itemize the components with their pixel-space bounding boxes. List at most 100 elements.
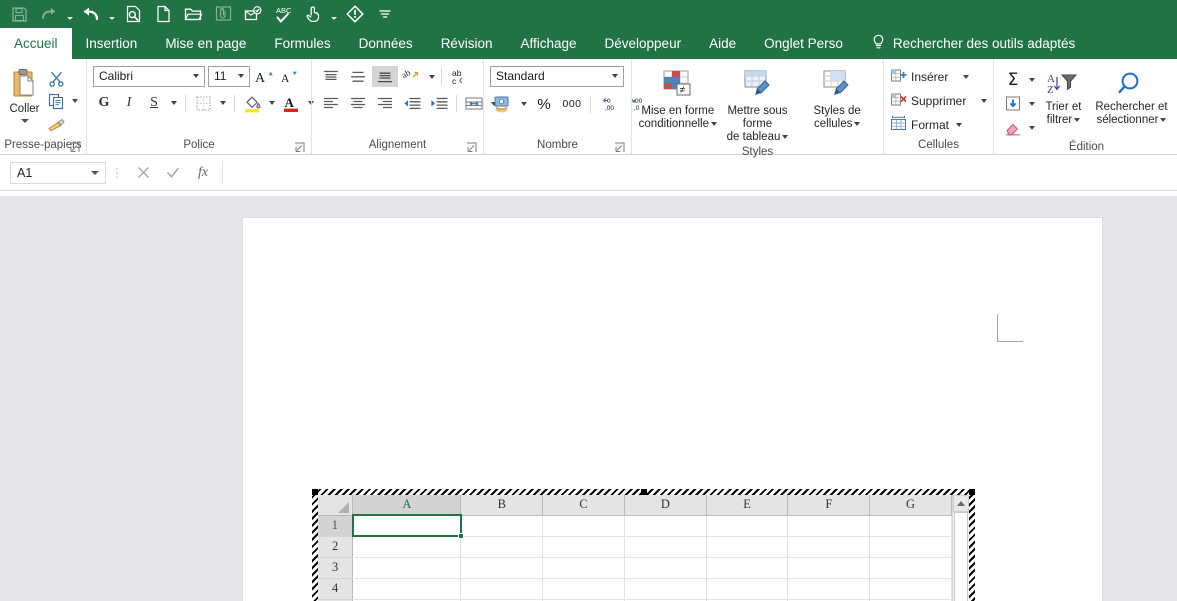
cell-B3[interactable]	[460, 557, 544, 579]
cell-G1[interactable]	[869, 515, 952, 537]
cell-F3[interactable]	[787, 557, 871, 579]
column-header-c[interactable]: C	[542, 495, 625, 516]
tab-accueil[interactable]: Accueil	[0, 28, 72, 59]
cell-A4[interactable]	[352, 578, 462, 600]
cell-D3[interactable]	[624, 557, 707, 579]
accounting-format-icon[interactable]	[490, 94, 516, 115]
underline-dropdown-icon[interactable]	[168, 93, 179, 114]
tab-revision[interactable]: Révision	[427, 28, 507, 59]
cut-button[interactable]	[45, 68, 80, 88]
cell-A1[interactable]	[351, 514, 464, 539]
print-preview-icon[interactable]	[118, 1, 148, 27]
format-as-table-button[interactable]: Mettre sous forme de tableau	[718, 67, 798, 144]
embedded-spreadsheet-object[interactable]: A B C D E F G 12345678910	[312, 489, 975, 601]
cell-C2[interactable]	[542, 536, 625, 558]
chevron-down-icon[interactable]	[711, 121, 717, 126]
column-header-f[interactable]: F	[787, 495, 871, 516]
warning-diamond-icon[interactable]	[340, 1, 370, 27]
row-header-1[interactable]: 1	[318, 515, 354, 537]
sort-filter-button[interactable]: A Z Trier et filtrer	[1037, 67, 1090, 127]
chevron-down-icon[interactable]	[193, 74, 199, 78]
insert-cells-button[interactable]: Insérer	[890, 66, 989, 88]
tab-developpeur[interactable]: Développeur	[591, 28, 696, 59]
font-dialog-launcher-icon[interactable]	[294, 142, 305, 153]
column-header-e[interactable]: E	[706, 495, 789, 516]
column-header-g[interactable]: G	[869, 495, 952, 516]
chevron-down-icon[interactable]	[238, 74, 244, 78]
bold-button[interactable]: G	[93, 93, 115, 114]
cell-E1[interactable]	[706, 515, 789, 537]
orientation-dropdown-icon[interactable]	[426, 66, 437, 87]
autosum-button[interactable]: Σ	[1000, 68, 1037, 91]
decrease-indent-icon[interactable]	[399, 93, 425, 114]
select-all-corner[interactable]	[318, 495, 354, 516]
chevron-down-icon[interactable]	[1160, 117, 1167, 122]
fill-dropdown-icon[interactable]	[1026, 93, 1037, 114]
conditional-formatting-button[interactable]: ≠ Mise en forme conditionnelle	[638, 67, 718, 131]
vertical-scrollbar[interactable]	[952, 495, 969, 601]
tab-insertion[interactable]: Insertion	[72, 28, 152, 59]
number-dialog-launcher-icon[interactable]	[614, 142, 625, 153]
insert-dropdown-icon[interactable]	[960, 67, 971, 88]
borders-dropdown-icon[interactable]	[217, 93, 228, 114]
row-header-2[interactable]: 2	[318, 536, 354, 558]
add-decimal-icon[interactable]: 0,00	[596, 94, 622, 115]
tab-onglet-perso[interactable]: Onglet Perso	[750, 28, 857, 59]
fill-button[interactable]	[1000, 92, 1037, 115]
scroll-up-icon[interactable]	[953, 495, 969, 512]
clear-dropdown-icon[interactable]	[1026, 117, 1037, 138]
font-size-combo[interactable]: 11	[208, 65, 250, 87]
format-painter-button[interactable]	[45, 114, 80, 134]
tell-me-search[interactable]: Rechercher des outils adaptés	[857, 28, 1075, 59]
touch-mode-dropdown-icon[interactable]	[328, 1, 340, 27]
find-select-button[interactable]: Rechercher et sélectionner	[1090, 67, 1173, 127]
cell-A2[interactable]	[352, 536, 462, 558]
copy-button[interactable]	[45, 91, 80, 111]
cell-D4[interactable]	[624, 578, 707, 600]
tab-formules[interactable]: Formules	[260, 28, 344, 59]
number-format-combo[interactable]: Standard	[490, 65, 624, 87]
cell-F2[interactable]	[787, 536, 871, 558]
thousands-separator-button[interactable]: 000	[559, 94, 585, 115]
clear-button[interactable]	[1000, 116, 1037, 139]
cell-styles-button[interactable]: Styles de cellules	[797, 67, 877, 131]
fill-handle[interactable]	[457, 533, 464, 539]
format-cells-button[interactable]: Format	[890, 114, 989, 136]
align-left-icon[interactable]	[318, 93, 344, 114]
align-center-icon[interactable]	[345, 93, 371, 114]
row-header-4[interactable]: 4	[318, 578, 354, 600]
align-bottom-icon[interactable]	[372, 66, 398, 87]
cell-G4[interactable]	[869, 578, 952, 600]
increase-indent-icon[interactable]	[426, 93, 452, 114]
name-box[interactable]: A1	[10, 161, 106, 184]
open-folder-icon[interactable]	[178, 1, 208, 27]
cell-C1[interactable]	[542, 515, 625, 537]
email-check-icon[interactable]	[238, 1, 268, 27]
confirm-formula-icon[interactable]	[158, 161, 188, 185]
cell-C4[interactable]	[542, 578, 625, 600]
cell-A3[interactable]	[352, 557, 462, 579]
column-header-b[interactable]: B	[460, 495, 544, 516]
fill-color-dropdown-icon[interactable]	[266, 93, 277, 114]
cell-C3[interactable]	[542, 557, 625, 579]
align-middle-icon[interactable]	[345, 66, 371, 87]
percent-style-button[interactable]: %	[531, 94, 557, 115]
tab-aide[interactable]: Aide	[695, 28, 750, 59]
cell-B1[interactable]	[460, 515, 544, 537]
formula-input[interactable]	[222, 161, 1173, 184]
cell-D2[interactable]	[624, 536, 707, 558]
chevron-down-icon[interactable]	[91, 170, 99, 175]
cell-E4[interactable]	[706, 578, 789, 600]
font-name-combo[interactable]: Calibri	[93, 65, 205, 87]
italic-button[interactable]: I	[118, 93, 140, 114]
chevron-down-icon[interactable]	[1074, 117, 1081, 122]
paste-dropdown-icon[interactable]	[20, 119, 29, 123]
column-header-a[interactable]: A	[352, 495, 462, 516]
tab-mise-en-page[interactable]: Mise en page	[151, 28, 260, 59]
tab-donnees[interactable]: Données	[345, 28, 427, 59]
paste-button[interactable]: Coller	[6, 65, 43, 123]
cell-B2[interactable]	[460, 536, 544, 558]
redo-icon[interactable]	[34, 1, 64, 27]
spelling-abc-icon[interactable]: ABC	[268, 1, 298, 27]
decrease-font-size-icon[interactable]: A	[278, 66, 300, 87]
